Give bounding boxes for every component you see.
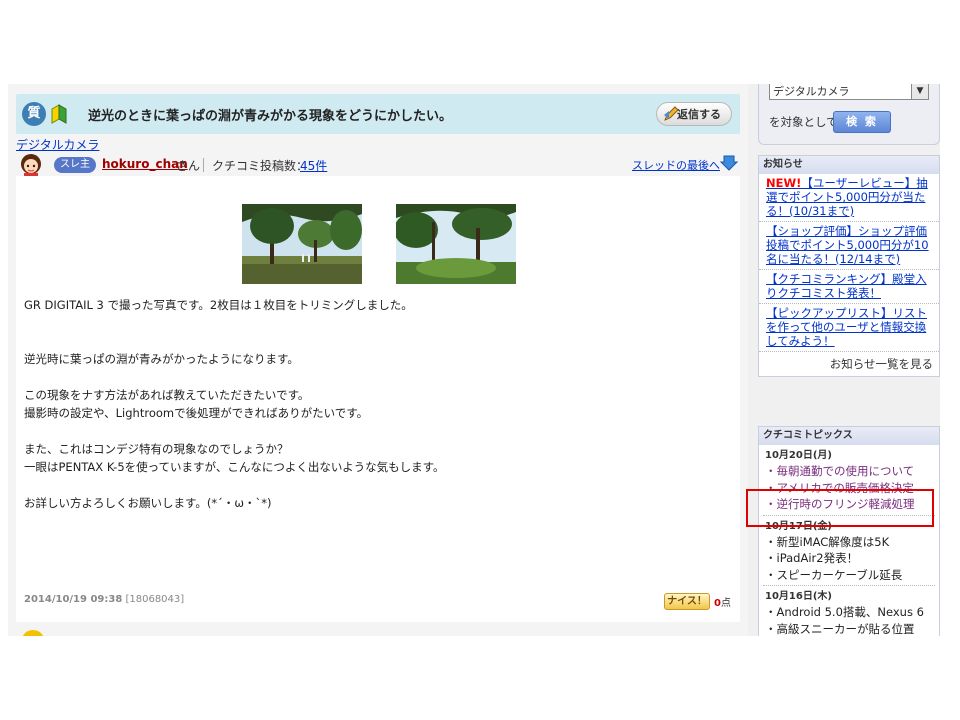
post-line: また、これはコンデジ特有の現象なのでしょうか？ <box>24 442 289 456</box>
divider <box>203 158 204 172</box>
chevron-down-icon[interactable]: ▼ <box>911 84 928 99</box>
topic-date: 10月20日(月) <box>765 450 832 461</box>
topic-link[interactable]: ・Android 5.0搭載、Nexus 6 <box>759 604 939 621</box>
topic-date: 10月16日(木) <box>765 591 832 602</box>
question-badge: 質 <box>22 102 46 126</box>
news-panel: お知らせ NEW!【ユーザーレビュー】抽選でポイント5,000円分が当たる！(1… <box>758 155 940 377</box>
pen-icon <box>664 106 679 121</box>
reply-button[interactable]: 返信する <box>656 102 732 126</box>
topic-link[interactable]: ・新型iMAC解像度は5K <box>759 534 939 551</box>
news-item[interactable]: 【クチコミランキング】殿堂入りクチコミスト発表！ <box>759 270 939 304</box>
post-line: 逆光時に葉っぱの淵が青みがかったようになります。 <box>24 352 299 366</box>
news-item[interactable]: NEW!【ユーザーレビュー】抽選でポイント5,000円分が当たる！(10/31ま… <box>759 174 939 222</box>
post-count-label: クチコミ投稿数： <box>212 159 309 173</box>
post-meta: 2014/10/19 09:38 [18068043] <box>24 594 184 605</box>
category-link[interactable]: デジタルカメラ <box>16 136 99 153</box>
news-more-link[interactable]: お知らせ一覧を見る <box>759 352 939 376</box>
nice-score-unit: 点 <box>720 598 731 609</box>
post-line: 一眼はPENTAX K-5を使っていますが、こんなにつよく出ないような気もします… <box>24 460 445 474</box>
thread-bottom-link[interactable]: スレッドの最後へ <box>632 157 720 173</box>
topic-link[interactable]: ・高級スニーカーが貼る位置 <box>759 621 939 637</box>
question-title: 逆光のときに葉っぱの淵が青みがかる現象をどうにかしたい。 <box>88 109 453 124</box>
photo-thumbnail-1[interactable] <box>242 204 362 284</box>
topic-link[interactable]: ・スピーカーケーブル延長 <box>759 567 939 584</box>
topic-link[interactable]: ・毎朝通勤での使用について <box>759 463 939 480</box>
post-text: GR DIGITAIL 3 で撮った写真です。2枚目は１枚目をトリミングしました… <box>24 296 444 512</box>
username-suffix: さん <box>176 159 201 173</box>
post-id: [18068043] <box>125 594 185 605</box>
username-link[interactable]: hokuro_chan <box>102 157 188 171</box>
main-column: 質 逆光のときに葉っぱの淵が青みがかる現象をどうにかしたい。 返信する デジタル… <box>8 84 748 636</box>
search-target-text: を対象として <box>769 115 838 129</box>
category-select[interactable]: デジタルカメラ ▼ <box>769 84 929 100</box>
new-badge: NEW! <box>766 176 802 190</box>
search-button[interactable]: 検 索 <box>833 111 891 133</box>
news-item-text[interactable]: 【ピックアップリスト】リストを作って他のユーザと情報交換してみよう！ <box>766 306 927 348</box>
news-item-text[interactable]: 【クチコミランキング】殿堂入りクチコミスト発表！ <box>766 272 927 300</box>
question-header: 質 逆光のときに葉っぱの淵が青みがかる現象をどうにかしたい。 返信する <box>16 94 740 134</box>
thread-owner-badge: スレ主 <box>54 157 96 173</box>
page-frame: 質 逆光のときに葉っぱの淵が青みがかる現象をどうにかしたい。 返信する デジタル… <box>8 84 940 636</box>
post-date: 2014/10/19 09:38 <box>24 594 123 605</box>
post-line <box>24 314 444 332</box>
post-line: お詳しい方よろしくお願いします。(*´・ω・`*) <box>24 496 272 510</box>
post-count-link[interactable]: 45件 <box>300 157 327 174</box>
nice-score-value: 0 <box>714 598 721 609</box>
post-body: GR DIGITAIL 3 で撮った写真です。2枚目は１枚目をトリミングしました… <box>16 176 740 622</box>
post-line <box>24 422 444 440</box>
news-item[interactable]: 【ピックアップリスト】リストを作って他のユーザと情報交換してみよう！ <box>759 304 939 352</box>
next-reply-avatar <box>22 630 44 636</box>
post-line <box>24 332 444 350</box>
nice-button[interactable]: ナイス！ <box>664 593 710 610</box>
sidebar: デジタルカメラ ▼ を対象として 検 索 お知らせ NEW!【ユーザーレビュー】… <box>758 84 940 636</box>
post-line: 撮影時の設定や、Lightroomで後処理ができればありがたいです。 <box>24 406 369 420</box>
category-select-value: デジタルカメラ <box>773 85 850 98</box>
arrow-down-icon[interactable] <box>720 154 738 172</box>
post-line <box>24 368 444 386</box>
topics-panel: クチコミトピックス 10月20日(月) ・毎朝通勤での使用について ・アメリカで… <box>758 426 940 636</box>
news-item-text[interactable]: 【ショップ評価】ショップ評価投稿でポイント5,000円分が10名に当たる！(12… <box>766 224 929 266</box>
highlight-box <box>746 489 934 527</box>
news-title: お知らせ <box>759 156 939 174</box>
search-box: デジタルカメラ ▼ を対象として 検 索 <box>758 84 940 145</box>
photo-thumbnail-2[interactable] <box>396 204 516 284</box>
news-item[interactable]: 【ショップ評価】ショップ評価投稿でポイント5,000円分が10名に当たる！(12… <box>759 222 939 270</box>
post-line: この現象をナす方法があれば教えていただきたいです。 <box>24 388 310 402</box>
topic-link[interactable]: ・iPadAir2発表！ <box>759 550 939 567</box>
post-line <box>24 476 444 494</box>
reply-label: 返信する <box>677 108 721 121</box>
post-line: GR DIGITAIL 3 で撮った写真です。2枚目は１枚目をトリミングしました… <box>24 298 413 312</box>
nice-score: 0点 <box>714 594 731 609</box>
beginner-mark-icon <box>51 104 67 124</box>
topics-title: クチコミトピックス <box>759 427 939 445</box>
